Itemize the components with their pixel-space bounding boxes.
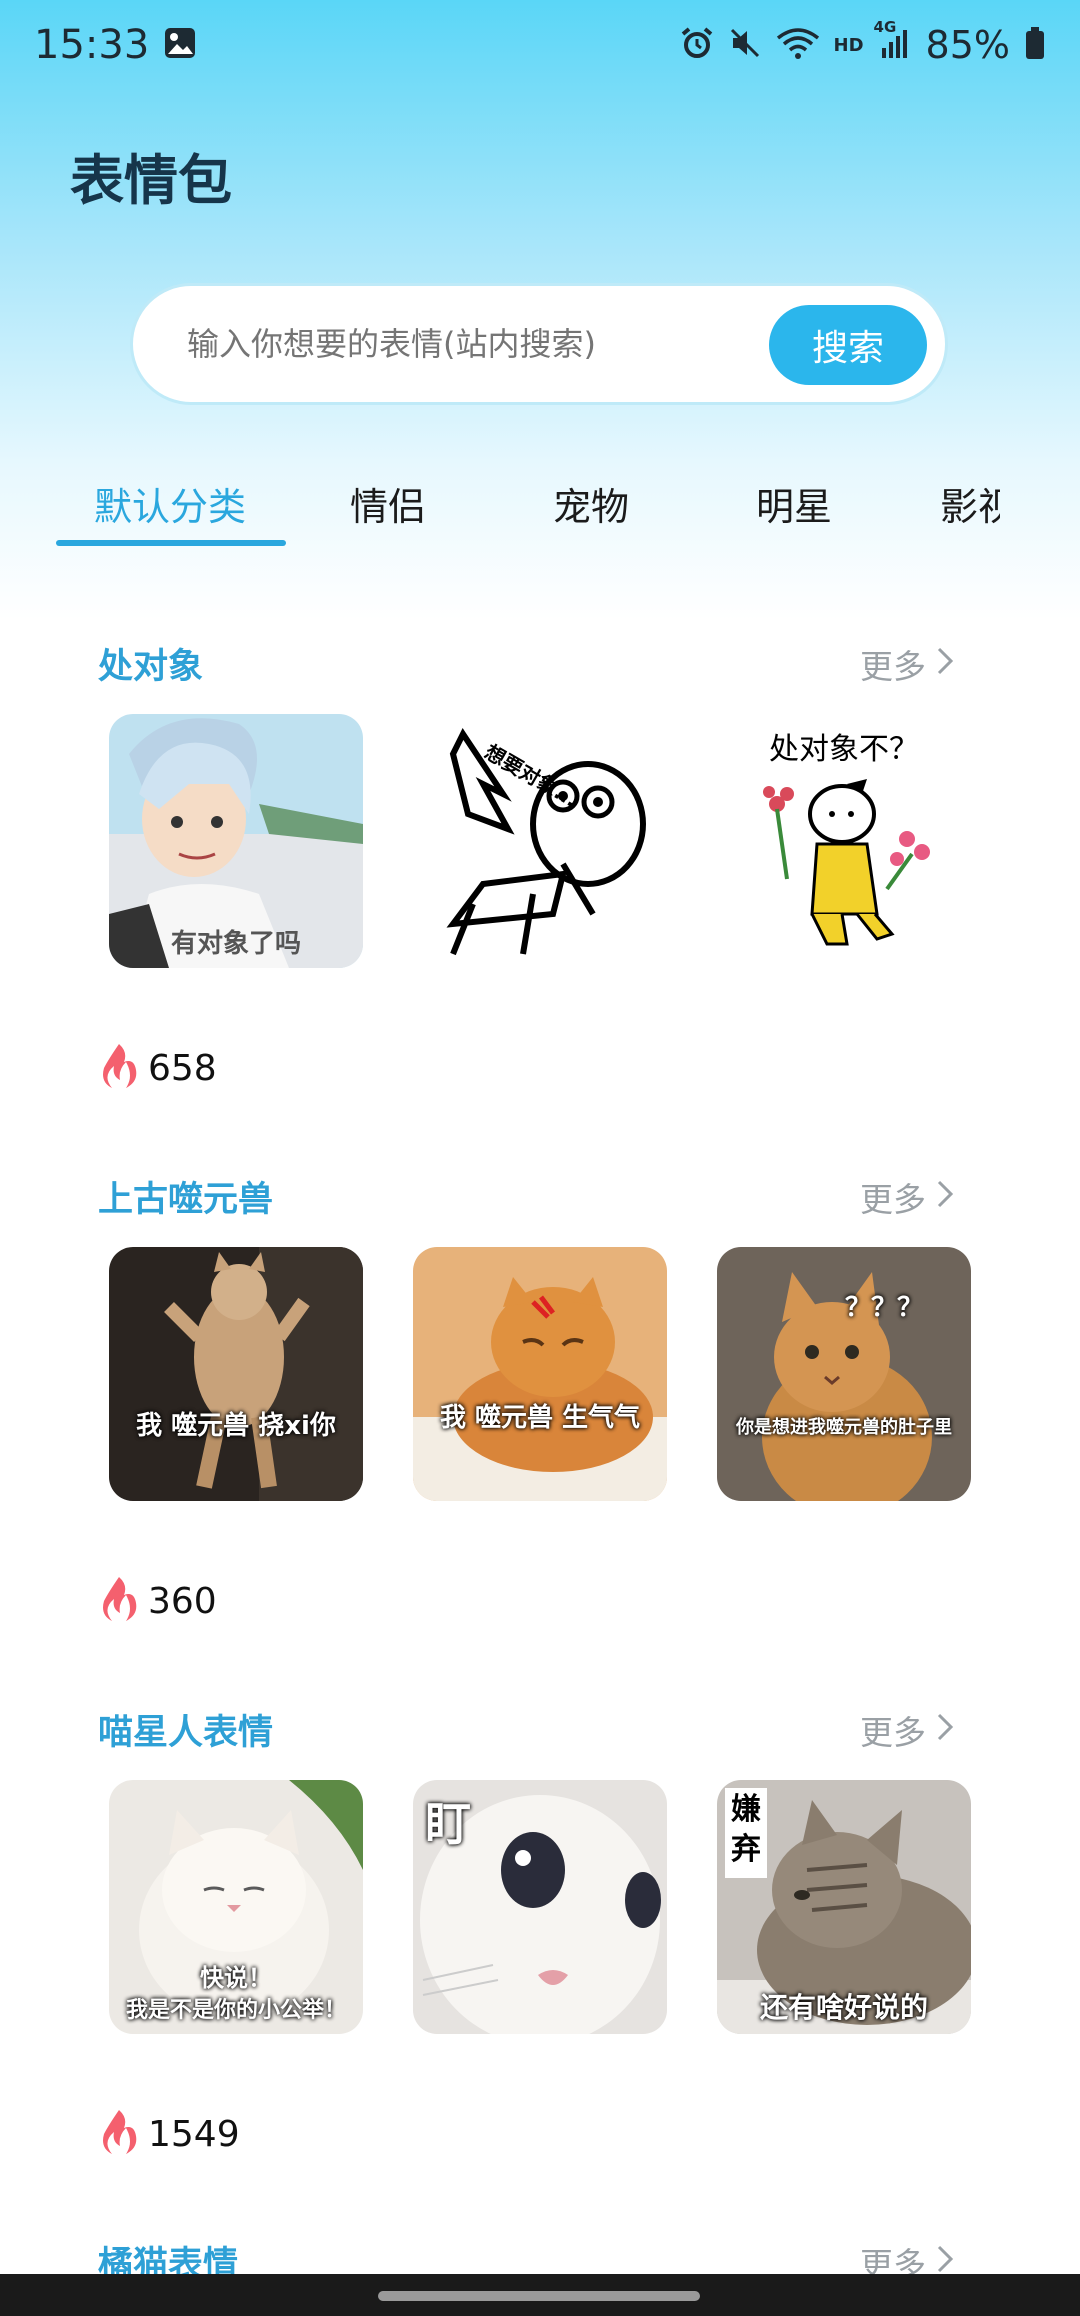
meme-thumbnail[interactable]: ？？？ 你是想进我噬元兽的肚子里 bbox=[717, 1247, 971, 1501]
tab-couple[interactable]: 情侣 bbox=[350, 476, 426, 531]
tab-pet[interactable]: 宠物 bbox=[553, 476, 629, 531]
section-title: 橘猫表情 bbox=[98, 2245, 239, 2276]
wifi-icon bbox=[776, 26, 820, 64]
hot-count: 1549 bbox=[148, 2113, 240, 2155]
section-title: 处对象 bbox=[98, 647, 204, 687]
hot-count: 360 bbox=[148, 1580, 217, 1622]
tab-star[interactable]: 明星 bbox=[756, 476, 832, 531]
meme-thumbnail[interactable]: 处对象不？ bbox=[717, 714, 971, 968]
mute-icon bbox=[728, 26, 762, 64]
more-button[interactable]: 更多 bbox=[860, 1173, 954, 1221]
section-orange-cat: 橘猫表情 更多 bbox=[0, 2236, 1080, 2276]
more-button[interactable]: 更多 bbox=[860, 640, 954, 688]
signal-icon: 4G bbox=[874, 18, 912, 64]
popularity: 658 bbox=[98, 1042, 217, 1094]
popularity: 360 bbox=[98, 1575, 217, 1627]
meme-thumbnail[interactable]: 想要对象... bbox=[413, 714, 667, 968]
status-time: 15:33 bbox=[34, 22, 150, 68]
hot-count: 658 bbox=[148, 1047, 217, 1089]
battery-icon bbox=[1024, 26, 1046, 64]
hd-badge: HD bbox=[833, 34, 864, 56]
status-bar: 15:33 HD 4G 85% bbox=[0, 0, 1080, 90]
chevron-right-icon bbox=[936, 2243, 954, 2277]
chevron-right-icon bbox=[936, 645, 954, 684]
popularity: 1549 bbox=[98, 2108, 240, 2160]
meme-thumbnail[interactable]: 嫌弃 还有啥好说的 bbox=[717, 1780, 971, 2034]
meme-thumbnail[interactable]: 我 噬元兽 生气气 bbox=[413, 1247, 667, 1501]
flame-icon bbox=[98, 1575, 140, 1627]
meme-thumbnail[interactable]: 有对象了吗 bbox=[109, 714, 363, 968]
more-button[interactable]: 更多 bbox=[860, 1706, 954, 1754]
search-bar: 搜索 bbox=[130, 283, 948, 405]
meme-thumbnail[interactable]: 我 噬元兽 挠xi你 bbox=[109, 1247, 363, 1501]
page-title: 表情包 bbox=[70, 149, 232, 212]
search-input[interactable] bbox=[185, 324, 749, 364]
flame-icon bbox=[98, 2108, 140, 2160]
search-button[interactable]: 搜索 bbox=[769, 305, 927, 385]
meme-thumbnail[interactable]: 快说！ 我是不是你的小公举！ bbox=[109, 1780, 363, 2034]
flame-icon bbox=[98, 1042, 140, 1094]
alarm-icon bbox=[680, 26, 714, 64]
home-gesture-handle[interactable] bbox=[378, 2291, 700, 2301]
meme-thumbnail[interactable]: 盯 bbox=[413, 1780, 667, 2034]
tab-film[interactable]: 影视 bbox=[940, 476, 1000, 531]
category-tabs: 默认分类 情侣 宠物 明星 影视 bbox=[0, 470, 1000, 550]
battery-percent: 85% bbox=[925, 23, 1010, 67]
tab-default[interactable]: 默认分类 bbox=[94, 476, 246, 531]
chevron-right-icon bbox=[936, 1178, 954, 1217]
chevron-right-icon bbox=[936, 1711, 954, 1750]
section-title: 上古噬元兽 bbox=[98, 1180, 274, 1220]
gallery-icon bbox=[163, 26, 197, 64]
section-title: 喵星人表情 bbox=[98, 1713, 274, 1753]
tab-indicator bbox=[56, 540, 286, 546]
more-button[interactable]: 更多 bbox=[860, 2238, 954, 2276]
